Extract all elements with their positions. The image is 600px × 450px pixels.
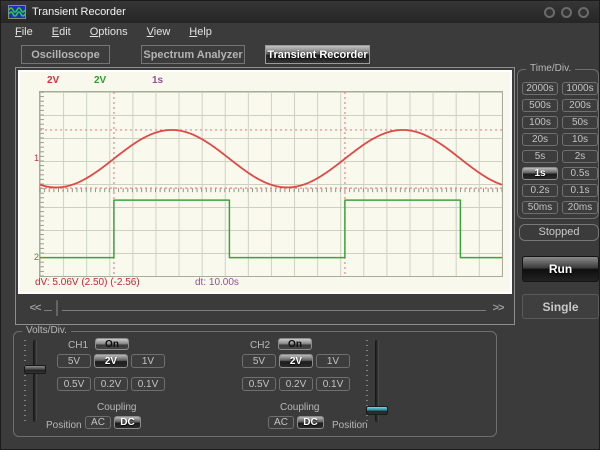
timediv-button[interactable]: 100s [522,116,558,129]
title-bar: Transient Recorder [1,1,599,23]
scope-scale-labels: 2V 2V 1s [39,75,510,89]
ch2-coupling-label: Coupling [280,402,319,413]
menu-bar: File Edit Options View Help [11,25,216,41]
timediv-button[interactable]: 20s [522,133,558,146]
ch2-scale-5v-button[interactable]: 5V [242,354,276,368]
timediv-button[interactable]: 2000s [522,82,558,95]
timediv-button[interactable]: 500s [522,99,558,112]
ch1-scale-1v-button[interactable]: 1V [131,354,165,368]
ch1-position-handle[interactable] [24,365,46,374]
ch1-position-slider[interactable] [33,340,37,422]
tab-transient-recorder[interactable]: Transient Recorder [265,45,370,64]
ch2-scale-2v-button[interactable]: 2V [279,354,313,368]
tab-oscilloscope[interactable]: Oscilloscope [21,45,110,64]
window-controls [544,7,589,18]
time-div-group: Time/Div. 2000s 1000s 500s 200s 100s 50s… [517,69,599,219]
scope-plot[interactable]: 1 2 [39,91,503,277]
menu-options[interactable]: Options [86,25,132,41]
ch2-scale-1v-button[interactable]: 1V [316,354,350,368]
menu-view-key: V [147,26,154,38]
readout-dv: dV: 5.06V (2.50) (-2.56) [35,277,140,288]
timediv-button[interactable]: 200s [562,99,598,112]
ch1-scale-label: 2V [47,75,59,86]
minimize-button[interactable] [544,7,555,18]
readout-dt: dt: 10.00s [195,277,239,288]
time-scale-label: 1s [152,75,163,86]
ch1-label: CH1 [68,340,88,351]
scroll-track[interactable] [44,310,486,311]
scroll-left-button[interactable]: << [26,301,44,315]
timediv-button[interactable]: 50ms [522,201,558,214]
ch2-position-label: Position [332,420,368,431]
timediv-button[interactable]: 50s [562,116,598,129]
status-badge: Stopped [519,224,599,241]
ch2-coupling-dc-button[interactable]: DC [297,416,324,429]
menu-options-rest: ptions [98,26,127,38]
timediv-button[interactable]: 10s [562,133,598,146]
volts-div-group: Volts/Div. CH1 On 5V 2V 1V 0.5V 0.2V 0.1… [13,331,497,437]
run-button[interactable]: Run [522,256,599,282]
ch1-slider-ticks [24,340,26,422]
timediv-button-active[interactable]: 1s [522,167,558,180]
timediv-button[interactable]: 0.1s [562,184,598,197]
ch1-position-label: Position [46,420,82,431]
ch2-position-handle[interactable] [366,406,388,415]
waveform-svg [40,92,502,276]
ch1-scale-2v-button[interactable]: 2V [94,354,128,368]
timediv-button[interactable]: 2s [562,150,598,163]
app-icon [8,5,26,19]
scroll-handle[interactable] [52,300,62,316]
ch2-on-button[interactable]: On [278,338,312,350]
maximize-button[interactable] [561,7,572,18]
ch2-coupling-ac-button[interactable]: AC [268,416,294,429]
ch2-label: CH2 [250,340,270,351]
app-window: Transient Recorder File Edit Options Vie… [0,0,600,450]
ch1-scale-05v-button[interactable]: 0.5V [57,377,91,391]
ch2-scale-02v-button[interactable]: 0.2V [279,377,313,391]
ch1-scale-5v-button[interactable]: 5V [57,354,91,368]
timediv-button[interactable]: 0.5s [562,167,598,180]
menu-file[interactable]: File [11,25,37,41]
window-title: Transient Recorder [32,6,126,18]
ch1-on-button[interactable]: On [95,338,129,350]
menu-help-rest: elp [197,26,212,38]
ch1-coupling-label: Coupling [97,402,136,413]
menu-file-key: F [15,26,22,38]
ch2-scale-01v-button[interactable]: 0.1V [316,377,350,391]
ch1-scale-02v-button[interactable]: 0.2V [94,377,128,391]
cursor-readout: dV: 5.06V (2.50) (-2.56) dt: 10.00s [35,277,506,290]
scope-panel: 2V 2V 1s 1 2 dV: 5.06V (2.50) (-2.56) dt… [18,70,512,294]
menu-help[interactable]: Help [185,25,216,41]
ch2-scale-label: 2V [94,75,106,86]
scroll-right-button[interactable]: >> [489,301,507,315]
ch1-coupling-dc-button[interactable]: DC [114,416,141,429]
ch2-zero-marker: 2 [31,252,39,262]
scope-container: 2V 2V 1s 1 2 dV: 5.06V (2.50) (-2.56) dt… [15,67,515,325]
time-div-title: Time/Div. [526,63,575,74]
timediv-button[interactable]: 5s [522,150,558,163]
menu-file-rest: ile [22,26,33,38]
ch2-scale-05v-button[interactable]: 0.5V [242,377,276,391]
menu-edit-key: E [52,26,59,38]
timediv-button[interactable]: 20ms [562,201,598,214]
menu-options-key: O [90,26,99,38]
tab-spectrum-analyzer[interactable]: Spectrum Analyzer [141,45,245,64]
menu-edit[interactable]: Edit [48,25,75,41]
menu-view[interactable]: View [143,25,175,41]
timediv-button[interactable]: 1000s [562,82,598,95]
ch1-coupling-ac-button[interactable]: AC [85,416,111,429]
ch1-scale-01v-button[interactable]: 0.1V [131,377,165,391]
volts-div-title: Volts/Div. [22,325,71,336]
scope-scrollbar: << >> [18,298,512,324]
menu-edit-rest: dit [59,26,71,38]
timediv-button[interactable]: 0.2s [522,184,558,197]
single-button[interactable]: Single [522,294,599,319]
close-button[interactable] [578,7,589,18]
ch1-zero-marker: 1 [31,153,39,163]
menu-view-rest: iew [154,26,171,38]
